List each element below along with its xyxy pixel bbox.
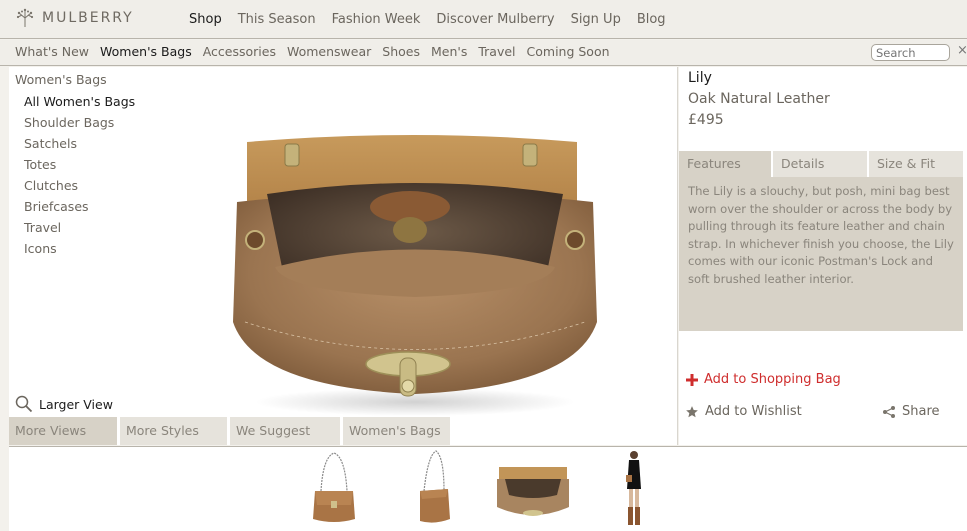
main-nav: Shop This Season Fashion Week Discover M… [189, 12, 666, 27]
category-shoes[interactable]: Shoes [382, 44, 420, 59]
product-viewer: Women's Bags All Women's Bags Shoulder B… [9, 67, 678, 445]
category-coming-soon[interactable]: Coming Soon [527, 44, 610, 59]
category-travel[interactable]: Travel [478, 44, 515, 59]
viewer-tabs: More Views More Styles We Suggest Women'… [9, 417, 453, 445]
larger-view-button[interactable]: Larger View [15, 395, 113, 413]
close-icon[interactable]: × [957, 43, 967, 58]
sidebar-item-briefcases[interactable]: Briefcases [24, 198, 135, 219]
detail-tabs: Features Details Size & Fit [679, 151, 963, 177]
tab-size-fit[interactable]: Size & Fit [869, 151, 963, 177]
tab-features[interactable]: Features [679, 151, 771, 177]
nav-sign-up[interactable]: Sign Up [571, 12, 621, 27]
category-mens[interactable]: Men's [431, 44, 467, 59]
product-price: £495 [688, 112, 724, 128]
tab-we-suggest[interactable]: We Suggest [230, 417, 340, 445]
tab-more-views[interactable]: More Views [9, 417, 117, 445]
tab-womens-bags[interactable]: Women's Bags [343, 417, 450, 445]
plus-icon [686, 373, 698, 386]
share-label: Share [902, 404, 940, 419]
category-accessories[interactable]: Accessories [203, 44, 276, 59]
sidebar-item-shoulder-bags[interactable]: Shoulder Bags [24, 114, 135, 135]
sidebar-item-travel[interactable]: Travel [24, 219, 135, 240]
add-to-bag-label: Add to Shopping Bag [704, 372, 841, 387]
nav-this-season[interactable]: This Season [238, 12, 316, 27]
tab-details[interactable]: Details [773, 151, 867, 177]
logo-text: MULBERRY [42, 10, 134, 26]
product-name: Lily [688, 70, 712, 86]
thumbnail-model[interactable] [623, 449, 645, 527]
category-womens-bags[interactable]: Women's Bags [100, 44, 192, 59]
add-to-wishlist-button[interactable]: Add to Wishlist [685, 404, 802, 419]
nav-shop[interactable]: Shop [189, 12, 222, 27]
nav-discover-mulberry[interactable]: Discover Mulberry [436, 12, 554, 27]
sidebar-item-clutches[interactable]: Clutches [24, 177, 135, 198]
category-whats-new[interactable]: What's New [15, 44, 89, 59]
tab-more-styles[interactable]: More Styles [120, 417, 227, 445]
mulberry-logo[interactable]: MULBERRY [14, 8, 134, 28]
category-womenswear[interactable]: Womenswear [287, 44, 371, 59]
tree-icon [16, 8, 34, 27]
category-bar: What's New Women's Bags Accessories Wome… [0, 40, 967, 66]
sidebar-item-totes[interactable]: Totes [24, 156, 135, 177]
sidebar-item-icons[interactable]: Icons [24, 240, 135, 261]
nav-blog[interactable]: Blog [637, 12, 666, 27]
wishlist-label: Add to Wishlist [705, 404, 802, 419]
sidebar-title[interactable]: Women's Bags [15, 72, 107, 87]
product-description: The Lily is a slouchy, but posh, mini ba… [679, 177, 963, 331]
share-button[interactable]: Share [882, 404, 940, 419]
product-image[interactable] [225, 132, 605, 422]
search-input[interactable] [871, 44, 950, 61]
nav-fashion-week[interactable]: Fashion Week [332, 12, 421, 27]
thumbnail-front[interactable] [309, 449, 359, 527]
larger-view-label: Larger View [39, 396, 113, 412]
add-to-bag-button[interactable]: Add to Shopping Bag [686, 372, 841, 387]
product-info-panel: Lily Oak Natural Leather £495 Features D… [679, 67, 967, 445]
top-header: MULBERRY Shop This Season Fashion Week D… [0, 0, 967, 39]
sidebar-list: All Women's Bags Shoulder Bags Satchels … [24, 93, 135, 261]
category-nav: What's New Women's Bags Accessories Wome… [15, 44, 610, 59]
star-icon [686, 405, 698, 417]
thumbnail-top[interactable] [495, 463, 571, 525]
magnifier-icon [15, 395, 33, 413]
sidebar-item-all-womens-bags[interactable]: All Women's Bags [24, 93, 135, 114]
sidebar-item-satchels[interactable]: Satchels [24, 135, 135, 156]
thumbnail-side[interactable] [414, 449, 454, 527]
share-icon [883, 405, 895, 418]
product-material: Oak Natural Leather [688, 91, 830, 107]
thumbnail-strip [9, 446, 967, 531]
